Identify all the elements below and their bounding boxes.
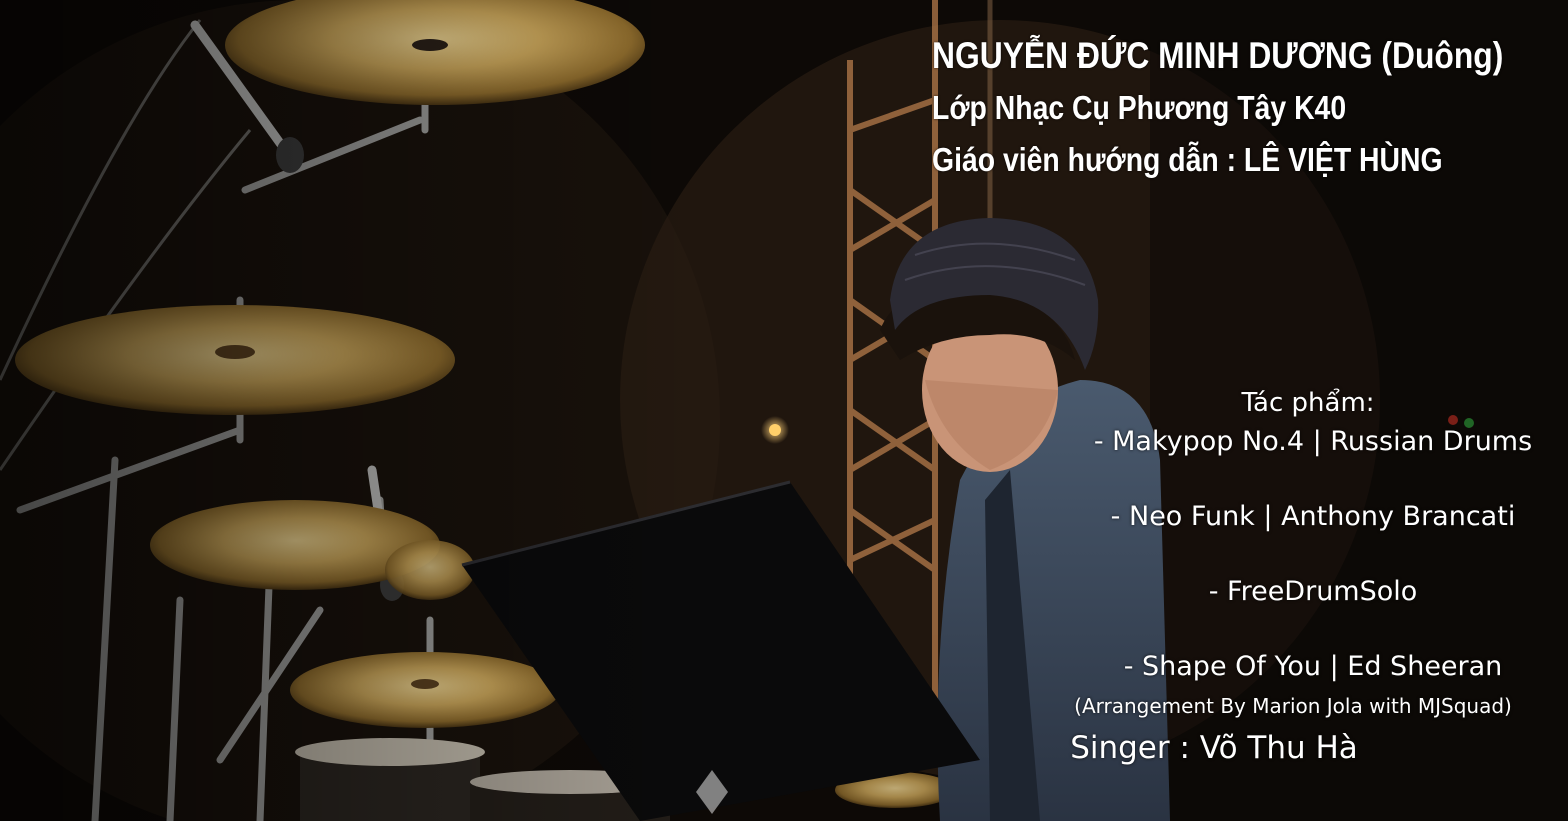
- work-item: - Neo Funk | Anthony Brancati: [1110, 501, 1516, 532]
- work-item: - FreeDrumSolo: [1208, 576, 1418, 607]
- performer-info: NGUYỄN ĐỨC MINH DƯƠNG (Duông) Lớp Nhạc C…: [932, 30, 1503, 186]
- teacher-line: Giáo viên hướng dẫn : LÊ VIỆT HÙNG: [932, 141, 1443, 178]
- work-item: - Makypop No.4 | Russian Drums: [1093, 426, 1533, 457]
- works-label: Tác phẩm:: [1241, 388, 1375, 418]
- work-item: - Shape Of You | Ed Sheeran: [1123, 651, 1503, 682]
- event-poster: NGUYỄN ĐỨC MINH DƯƠNG (Duông) Lớp Nhạc C…: [0, 0, 1568, 821]
- singer-line: Singer : Võ Thu Hà: [1070, 730, 1358, 766]
- arrangement-note: (Arrangement By Marion Jola with MJSquad…: [1074, 694, 1512, 718]
- performer-class: Lớp Nhạc Cụ Phương Tây K40: [932, 89, 1347, 126]
- performer-name: NGUYỄN ĐỨC MINH DƯƠNG (Duông): [932, 35, 1504, 76]
